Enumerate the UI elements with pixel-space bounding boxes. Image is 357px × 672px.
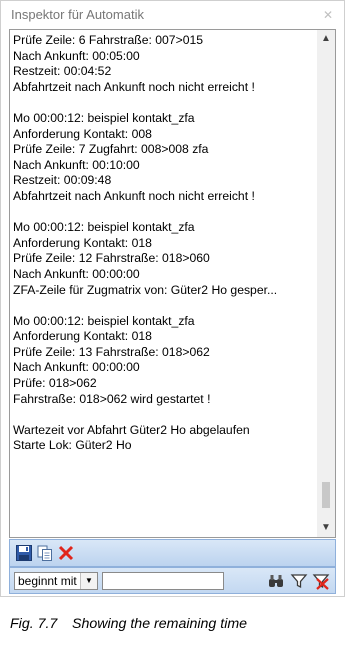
figure-number: Fig. 7.7	[10, 616, 58, 632]
toolbar	[9, 539, 336, 567]
log-line: Nach Ankunft: 00:00:00	[13, 266, 140, 281]
log-line: Nach Ankunft: 00:05:00	[13, 48, 140, 63]
save-icon[interactable]	[15, 544, 33, 562]
log-line: Starte Lok: Güter2 Ho	[13, 438, 132, 453]
log-blank-line	[13, 407, 313, 423]
scroll-thumb[interactable]	[322, 482, 330, 508]
filter-bar: beginnt mit ▼	[9, 567, 336, 594]
chevron-down-icon[interactable]: ▼	[80, 573, 97, 589]
log-line: Nach Ankunft: 00:10:00	[13, 157, 140, 172]
log-line: Prüfe Zeile: 12 Fahrstraße: 018>060	[13, 251, 210, 266]
log-line: Fahrstraße: 018>062 wird gestartet !	[13, 391, 211, 406]
log-line: Anforderung Kontakt: 018	[13, 235, 152, 250]
search-input[interactable]	[102, 572, 224, 590]
vertical-scrollbar[interactable]: ▲ ▼	[317, 30, 335, 537]
figure-caption: Fig. 7.7 Showing the remaining time	[10, 616, 247, 632]
log-line: Mo 00:00:12: beispiel kontakt_zfa	[13, 313, 195, 328]
filter-icon[interactable]	[290, 572, 308, 590]
log-text: Prüfe Zeile: 6 Fahrstraße: 007>015 Nach A…	[13, 33, 313, 454]
log-line: Restzeit: 00:09:48	[13, 173, 112, 188]
delete-icon[interactable]	[57, 544, 75, 562]
log-line: Restzeit: 00:04:52	[13, 64, 112, 79]
scroll-down-icon[interactable]: ▼	[317, 519, 335, 537]
log-line: Anforderung Kontakt: 008	[13, 126, 152, 141]
clear-filter-icon[interactable]	[312, 572, 330, 590]
log-blank-line	[13, 95, 313, 111]
copy-icon[interactable]	[36, 544, 54, 562]
log-line: Abfahrtzeit nach Ankunft noch nicht erre…	[13, 188, 255, 203]
log-line: Mo 00:00:12: beispiel kontakt_zfa	[13, 220, 195, 235]
inspector-window: Inspektor für Automatik ✕ Prüfe Zeile: 6…	[0, 0, 345, 597]
filter-mode-select[interactable]: beginnt mit ▼	[14, 572, 98, 590]
log-line: Anforderung Kontakt: 018	[13, 329, 152, 344]
binoculars-icon[interactable]	[267, 572, 285, 590]
log-line: Nach Ankunft: 00:00:00	[13, 360, 140, 375]
title-bar[interactable]: Inspektor für Automatik ✕	[1, 1, 344, 29]
log-line: Prüfe Zeile: 7 Zugfahrt: 008>008 zfa	[13, 142, 209, 157]
close-icon[interactable]: ✕	[320, 7, 336, 23]
window-title: Inspektor für Automatik	[11, 7, 144, 22]
log-line: Prüfe Zeile: 13 Fahrstraße: 018>062	[13, 344, 210, 359]
log-line: ZFA-Zeile für Zugmatrix von: Güter2 Ho g…	[13, 282, 278, 297]
log-line: Mo 00:00:12: beispiel kontakt_zfa	[13, 110, 195, 125]
log-blank-line	[13, 205, 313, 221]
log-line: Prüfe: 018>062	[13, 376, 97, 391]
filter-mode-value: beginnt mit	[18, 574, 77, 588]
log-line: Abfahrtzeit nach Ankunft noch nicht erre…	[13, 79, 255, 94]
log-output[interactable]: Prüfe Zeile: 6 Fahrstraße: 007>015 Nach A…	[9, 29, 336, 538]
log-line: Prüfe Zeile: 6 Fahrstraße: 007>015	[13, 33, 204, 47]
log-line: Wartezeit vor Abfahrt Güter2 Ho abgelauf…	[13, 422, 250, 437]
scroll-up-icon[interactable]: ▲	[317, 30, 335, 48]
figure-caption-text: Showing the remaining time	[72, 616, 248, 632]
log-blank-line	[13, 298, 313, 314]
